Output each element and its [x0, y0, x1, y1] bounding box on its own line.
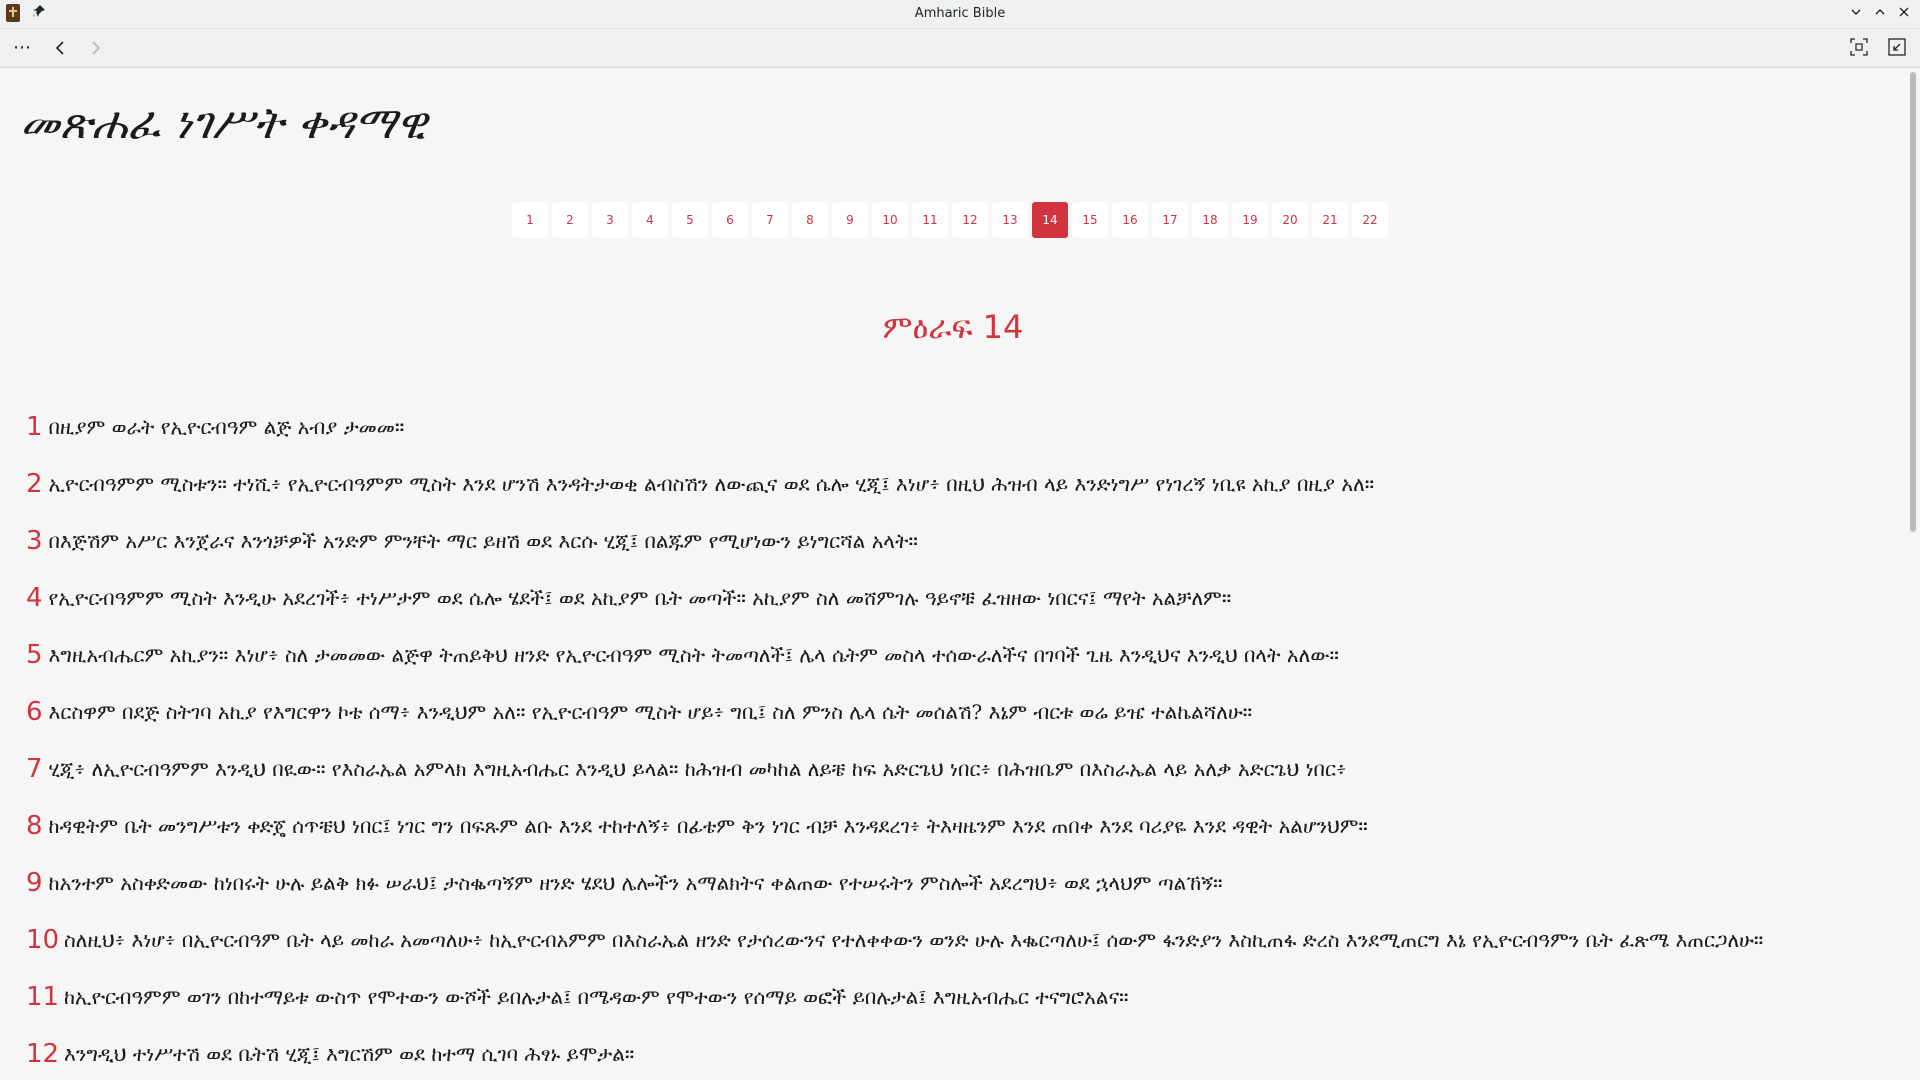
chevron-right-icon	[92, 41, 101, 55]
title-bar: Amharic Bible	[0, 0, 1920, 29]
verse-number: 9	[26, 867, 43, 898]
chapter-page-button[interactable]: 20	[1272, 202, 1308, 238]
chapter-page-button[interactable]: 21	[1312, 202, 1348, 238]
verse-row: 11 ከኢዮርብዓምም ወገን በከተማይቱ ውስጥ የሞተውን ውሾች ይበሉታ…	[26, 968, 1866, 1025]
verse-text: ከአንተም አስቀድመው ከነበሩት ሁሉ ይልቅ ክፉ ሠራህ፤ ታስቈጣኝም…	[48, 870, 1223, 895]
forward-button[interactable]	[82, 34, 110, 62]
verse-text: ከዳዊትም ቤት መንግሥቱን ቀድጄ ሰጥቼህ ነበር፤ ነገር ግን በፍጹ…	[48, 813, 1368, 838]
verse-number: 7	[26, 753, 43, 784]
chevron-left-icon	[55, 41, 64, 55]
maximize-button[interactable]	[1870, 4, 1890, 24]
back-button[interactable]	[46, 34, 74, 62]
chapter-page-button[interactable]: 6	[712, 202, 748, 238]
verse-text: እንግዲህ ተነሥተሽ ወደ ቤትሽ ሂጂ፤ እግርሽም ወደ ከተማ ሲገባ …	[64, 1041, 635, 1066]
verse-text: በዚያም ወራት የኢዮርብዓም ልጅ አብያ ታመመ።	[48, 414, 405, 439]
chapter-page-button[interactable]: 14	[1032, 202, 1068, 238]
verse-number: 1	[26, 411, 43, 442]
chapter-page-button[interactable]: 3	[592, 202, 628, 238]
chapter-page-button[interactable]: 18	[1192, 202, 1228, 238]
verse-row: 1 በዚያም ወራት የኢዮርብዓም ልጅ አብያ ታመመ።	[26, 398, 1866, 455]
chapter-page-button[interactable]: 9	[832, 202, 868, 238]
chapter-page-button[interactable]: 2	[552, 202, 588, 238]
more-icon: ⋯	[13, 37, 31, 58]
verse-text: እግዚአብሔርም አኪያን። እነሆ፥ ስለ ታመመው ልጅዋ ትጠይቅህ ዘን…	[48, 642, 1339, 667]
scrollbar-thumb[interactable]	[1910, 72, 1916, 532]
verse-row: 10 ስለዚህ፥ እነሆ፥ በኢዮርብዓም ቤት ላይ መከራ አመጣለሁ፥ ከኢ…	[26, 911, 1866, 968]
chapter-page-button[interactable]: 8	[792, 202, 828, 238]
verse-number: 8	[26, 810, 43, 841]
verse-row: 8 ከዳዊትም ቤት መንግሥቱን ቀድጄ ሰጥቼህ ነበር፤ ነገር ግን በፍ…	[26, 797, 1866, 854]
verse-text: ከኢዮርብዓምም ወገን በከተማይቱ ውስጥ የሞተውን ውሾች ይበሉታል፤…	[64, 984, 1129, 1009]
chapter-page-button[interactable]: 12	[952, 202, 988, 238]
chapter-page-button[interactable]: 7	[752, 202, 788, 238]
vertical-scrollbar[interactable]	[1906, 68, 1920, 1080]
verse-text: የኢዮርብዓምም ሚስት እንዲሁ አደረገች፥ ተነሥታም ወደ ሴሎ ሄደች…	[48, 585, 1232, 610]
chapter-page-button[interactable]: 4	[632, 202, 668, 238]
book-title: መጽሐፈ ነገሥት ቀዳማዊ	[20, 98, 428, 149]
chapter-page-button[interactable]: 13	[992, 202, 1028, 238]
verse-number: 2	[26, 468, 43, 499]
verse-row: 6 እርስዋም በደጅ ስትገባ አኪያ የእግርዋን ኮቴ ሰማ፥ እንዲህም …	[26, 683, 1866, 740]
verse-row: 12 እንግዲህ ተነሥተሽ ወደ ቤትሽ ሂጂ፤ እግርሽም ወደ ከተማ ሲገ…	[26, 1025, 1866, 1080]
verse-row: 2 ኢዮርብዓምም ሚስቱን። ተነሺ፥ የኢዮርብዓምም ሚስት እንደ ሆንሽ…	[26, 455, 1866, 512]
verse-text: ኢዮርብዓምም ሚስቱን። ተነሺ፥ የኢዮርብዓምም ሚስት እንደ ሆንሽ …	[48, 471, 1375, 496]
chapter-heading: ምዕራፍ 14	[882, 308, 1024, 346]
chapter-page-button[interactable]: 10	[872, 202, 908, 238]
chapter-page-button[interactable]: 11	[912, 202, 948, 238]
close-button[interactable]	[1894, 4, 1914, 24]
verse-list: 1 በዚያም ወራት የኢዮርብዓም ልጅ አብያ ታመመ። 2 ኢዮርብዓምም ሚስ…	[26, 398, 1866, 1080]
verse-number: 3	[26, 525, 43, 556]
verse-row: 7 ሂጂ፥ ለኢዮርብዓምም እንዲህ በዪው። የእስራኤል አምላክ እግዚአ…	[26, 740, 1866, 797]
verse-text: ሂጂ፥ ለኢዮርብዓምም እንዲህ በዪው። የእስራኤል አምላክ እግዚአብ…	[48, 756, 1347, 781]
chapter-page-button[interactable]: 19	[1232, 202, 1268, 238]
verse-row: 4 የኢዮርብዓምም ሚስት እንዲሁ አደረገች፥ ተነሥታም ወደ ሴሎ ሄደ…	[26, 569, 1866, 626]
chapter-page-button[interactable]: 17	[1152, 202, 1188, 238]
close-icon	[1899, 7, 1909, 17]
fullscreen-exit-icon	[1888, 38, 1906, 56]
menu-button[interactable]: ⋯	[8, 34, 36, 62]
verse-text: እርስዋም በደጅ ስትገባ አኪያ የእግርዋን ኮቴ ሰማ፥ እንዲህም አ…	[48, 699, 1253, 724]
chevron-up-icon	[1875, 9, 1885, 15]
chapter-page-button[interactable]: 15	[1072, 202, 1108, 238]
minimize-button[interactable]	[1846, 4, 1866, 24]
verse-text: ስለዚህ፥ እነሆ፥ በኢዮርብዓም ቤት ላይ መከራ አመጣለሁ፥ ከኢዮር…	[64, 927, 1764, 952]
verse-row: 5 እግዚአብሔርም አኪያን። እነሆ፥ ስለ ታመመው ልጅዋ ትጠይቅህ ዘ…	[26, 626, 1866, 683]
reader-content: መጽሐፈ ነገሥት ቀዳማዊ 1 2 3 4 5 6 7 8 9 10 11 12 13 14 15 16 17…	[0, 68, 1906, 1080]
verse-number: 10	[26, 924, 60, 955]
chapter-pager: 1 2 3 4 5 6 7 8 9 10 11 12 13 14 15 16 17 18 19 20 21 22	[512, 202, 1388, 238]
window-title: Amharic Bible	[914, 6, 1006, 21]
verse-text: በእጅሽም አሥር እንጀራና እንጎቻዎች አንድም ምንቸት ማር ይዘሽ …	[48, 528, 918, 553]
chapter-page-button[interactable]: 1	[512, 202, 548, 238]
verse-number: 6	[26, 696, 43, 727]
verse-number: 12	[26, 1038, 60, 1069]
app-window: Amharic Bible ⋯ መጽሐፈ ነገሥት ቀዳማዊ 1 2 3 4 5…	[0, 0, 1920, 1080]
chapter-page-button[interactable]: 16	[1112, 202, 1148, 238]
verse-number: 5	[26, 639, 43, 670]
verse-number: 4	[26, 582, 43, 613]
chevron-down-icon	[1851, 9, 1861, 15]
verse-row: 3 በእጅሽም አሥር እንጀራና እንጎቻዎች አንድም ምንቸት ማር ይዘሽ…	[26, 512, 1866, 569]
verse-row: 9 ከአንተም አስቀድመው ከነበሩት ሁሉ ይልቅ ክፉ ሠራህ፤ ታስቈጣኝ…	[26, 854, 1866, 911]
select-region-icon	[1850, 38, 1868, 56]
fullscreen-exit-button[interactable]	[1888, 38, 1906, 56]
verse-number: 11	[26, 981, 60, 1012]
chapter-page-button[interactable]: 22	[1352, 202, 1388, 238]
toolbar: ⋯	[0, 29, 1920, 68]
select-region-button[interactable]	[1850, 38, 1868, 56]
chapter-page-button[interactable]: 5	[672, 202, 708, 238]
